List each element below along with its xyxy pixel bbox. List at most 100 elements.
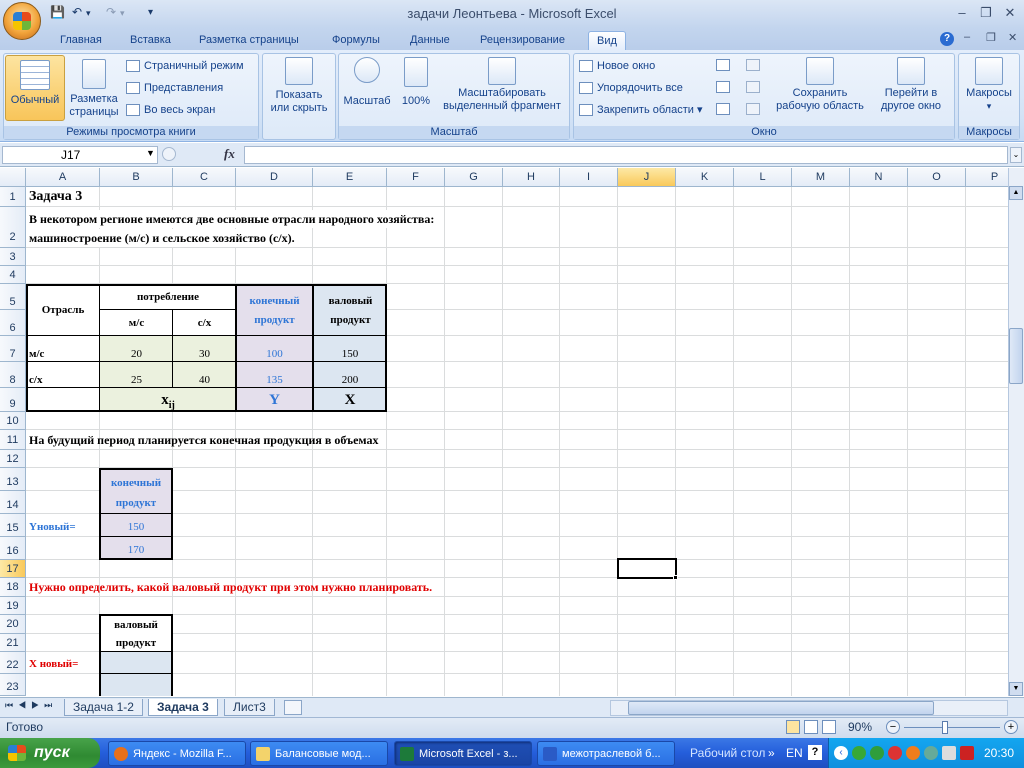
desktop-toolbar-label[interactable]: Рабочий стол xyxy=(690,746,765,760)
row-header-14[interactable]: 14 xyxy=(0,491,26,514)
cell-e8[interactable]: 200 xyxy=(313,370,387,390)
row-header-9[interactable]: 9 xyxy=(0,388,26,412)
zoom-slider-track[interactable] xyxy=(904,727,1000,728)
zoom-100-button[interactable]: 100% xyxy=(396,57,436,108)
sheet-navigation-icons[interactable]: ⏮◀▶⏭ xyxy=(5,700,57,711)
ribbon-restore-button[interactable]: ❐ xyxy=(986,31,996,44)
maximize-button[interactable]: ❐ xyxy=(975,4,997,22)
name-box[interactable]: J17 xyxy=(2,146,158,164)
zoom-slider-thumb[interactable] xyxy=(942,721,948,734)
row-header-12[interactable]: 12 xyxy=(0,450,26,468)
tab-data[interactable]: Данные xyxy=(408,31,452,50)
row-header-23[interactable]: 23 xyxy=(0,674,26,696)
row-header-11[interactable]: 11 xyxy=(0,430,26,450)
name-box-dropdown-icon[interactable]: ▼ xyxy=(146,148,155,158)
formula-bar-grip-icon[interactable] xyxy=(162,147,176,161)
ribbon-close-button[interactable]: ✕ xyxy=(1008,31,1017,44)
new-window-button[interactable]: Новое окно xyxy=(579,57,655,75)
column-header-h[interactable]: H xyxy=(503,168,560,187)
tray-network-icon[interactable] xyxy=(924,746,938,760)
horizontal-scroll-thumb[interactable] xyxy=(628,701,934,715)
fx-icon[interactable]: fx xyxy=(224,146,235,162)
switch-windows-button[interactable]: Перейти в другое окно xyxy=(870,57,952,113)
zoom-selection-button[interactable]: Масштабировать выделенный фрагмент xyxy=(438,57,566,113)
tab-review[interactable]: Рецензирование xyxy=(478,31,567,50)
scroll-up-icon[interactable]: ▲ xyxy=(1009,186,1023,200)
column-header-j[interactable]: J xyxy=(618,168,676,187)
row-header-6[interactable]: 6 xyxy=(0,310,26,336)
column-header-a[interactable]: A xyxy=(26,168,100,187)
page-break-status-icon[interactable] xyxy=(822,720,836,734)
cell-d8[interactable]: 135 xyxy=(236,370,313,390)
split-icon[interactable] xyxy=(716,59,730,71)
start-button[interactable]: пуск xyxy=(0,738,100,768)
cell-b23[interactable] xyxy=(100,675,172,695)
tray-expand-icon[interactable]: ‹ xyxy=(834,746,848,760)
expand-formula-bar-icon[interactable]: ⌄ xyxy=(1010,147,1022,163)
vertical-scrollbar[interactable] xyxy=(1008,168,1024,696)
zoom-out-icon[interactable]: − xyxy=(886,720,900,734)
column-header-p[interactable]: P xyxy=(966,168,1008,187)
column-header-g[interactable]: G xyxy=(445,168,503,187)
column-header-k[interactable]: K xyxy=(676,168,734,187)
column-header-d[interactable]: D xyxy=(236,168,313,187)
row-header-20[interactable]: 20 xyxy=(0,615,26,634)
unhide-window-icon[interactable] xyxy=(716,103,730,115)
row-header-1[interactable]: 1 xyxy=(0,187,26,207)
row-header-21[interactable]: 21 xyxy=(0,634,26,652)
task-excel[interactable]: Microsoft Excel - з... xyxy=(394,741,532,766)
normal-view-status-icon[interactable] xyxy=(786,720,800,734)
row-header-18[interactable]: 18 xyxy=(0,578,26,597)
office-button[interactable] xyxy=(3,2,41,40)
sheet-tab-list3[interactable]: Лист3 xyxy=(224,699,275,716)
tab-insert[interactable]: Вставка xyxy=(128,31,173,50)
cell-e7[interactable]: 150 xyxy=(313,344,387,364)
tray-shield-icon[interactable] xyxy=(870,746,884,760)
column-header-e[interactable]: E xyxy=(313,168,387,187)
tray-app-icon[interactable] xyxy=(852,746,866,760)
row-header-13[interactable]: 13 xyxy=(0,468,26,491)
custom-views-button[interactable]: Представления xyxy=(126,79,223,97)
arrange-all-button[interactable]: Упорядочить все xyxy=(579,79,683,97)
selected-cell-j17[interactable] xyxy=(617,558,677,579)
fill-handle[interactable] xyxy=(673,575,678,580)
tab-formulas[interactable]: Формулы xyxy=(330,31,382,50)
full-screen-button[interactable]: Во весь экран xyxy=(126,101,215,119)
row-header-15[interactable]: 15 xyxy=(0,514,26,537)
toolbar-expand-icon[interactable]: » xyxy=(768,746,775,760)
row-header-3[interactable]: 3 xyxy=(0,248,26,266)
cell-b7[interactable]: 20 xyxy=(100,344,173,364)
column-header-i[interactable]: I xyxy=(560,168,618,187)
sheet-tab-zadacha-3[interactable]: Задача 3 xyxy=(148,699,218,716)
column-header-l[interactable]: L xyxy=(734,168,792,187)
page-break-view-button[interactable]: Страничный режим xyxy=(126,57,244,75)
zoom-level[interactable]: 90% xyxy=(848,720,872,734)
reset-position-icon[interactable] xyxy=(746,103,760,115)
sync-scroll-icon[interactable] xyxy=(746,81,760,93)
row-header-4[interactable]: 4 xyxy=(0,266,26,284)
column-header-o[interactable]: O xyxy=(908,168,966,187)
cell-c7[interactable]: 30 xyxy=(173,344,236,364)
save-workspace-button[interactable]: Сохранить рабочую область xyxy=(772,57,868,113)
row-header-2[interactable]: 2 xyxy=(0,207,26,248)
column-header-b[interactable]: B xyxy=(100,168,173,187)
tab-page-layout[interactable]: Разметка страницы xyxy=(197,31,301,50)
show-hide-button[interactable]: Показать или скрыть xyxy=(264,57,334,115)
language-help-icon[interactable]: ? xyxy=(808,745,822,760)
tray-antivirus-icon[interactable] xyxy=(888,746,902,760)
close-button[interactable]: ✕ xyxy=(999,4,1021,22)
row-header-22[interactable]: 22 xyxy=(0,652,26,674)
column-header-m[interactable]: M xyxy=(792,168,850,187)
cell-b8[interactable]: 25 xyxy=(100,370,173,390)
column-header-n[interactable]: N xyxy=(850,168,908,187)
help-icon[interactable]: ? xyxy=(940,32,954,46)
row-header-17[interactable]: 17 xyxy=(0,560,26,578)
page-layout-button[interactable]: Разметка страницы xyxy=(67,59,121,119)
page-layout-status-icon[interactable] xyxy=(804,720,818,734)
cell-d7[interactable]: 100 xyxy=(236,344,313,364)
tab-view[interactable]: Вид xyxy=(588,31,626,50)
tray-update-icon[interactable] xyxy=(906,746,920,760)
cell-c8[interactable]: 40 xyxy=(173,370,236,390)
column-header-f[interactable]: F xyxy=(387,168,445,187)
zoom-in-icon[interactable]: + xyxy=(1004,720,1018,734)
